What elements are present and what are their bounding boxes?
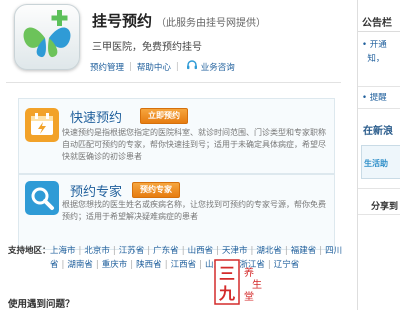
region-link[interactable]: 福建省	[291, 246, 317, 256]
link-business-consult[interactable]: 业务咨询	[201, 61, 235, 73]
region-separator: |	[164, 260, 168, 270]
region-separator: |	[216, 246, 219, 256]
announcement-item[interactable]: • 开通	[362, 38, 387, 50]
app-title-text: 挂号预约	[92, 12, 153, 30]
region-link[interactable]: 辽宁省	[274, 260, 300, 270]
search-icon	[25, 181, 59, 215]
svg-text:九: 九	[218, 284, 235, 303]
region-separator: |	[147, 246, 151, 256]
region-separator: |	[112, 246, 116, 256]
region-separator: |	[61, 260, 65, 270]
announcement-item-text: 知，	[367, 54, 385, 64]
link-booking-management[interactable]: 预约管理	[90, 61, 124, 73]
region-separator: |	[267, 260, 271, 270]
book-expert-button[interactable]: 预约专家	[132, 182, 180, 198]
link-separator: |	[129, 61, 132, 72]
link-separator: |	[175, 61, 179, 72]
region-link[interactable]: 上海市	[50, 246, 76, 256]
expert-booking-title: 预约专家	[70, 185, 123, 200]
region-link[interactable]: 山西省	[188, 246, 214, 256]
sidebar-divider	[358, 214, 400, 215]
region-list: 上海市 | 北京市 | 江苏省 | 广东省 | 山西省 | 天津市 | 湖北省 | 福建省 | 四川省 | 湖南省 |…	[50, 244, 350, 272]
page-title: 挂号预约 （此服务由挂号网提供）	[92, 10, 266, 31]
region-link[interactable]: 广东省	[153, 246, 179, 256]
region-link[interactable]: 江西省	[171, 260, 197, 270]
app-links: 预约管理 | 帮助中心 | 业务咨询	[90, 59, 235, 74]
region-separator: |	[130, 260, 134, 270]
announcement-item[interactable]: 知，	[362, 52, 384, 64]
help-question: 使用遇到问题？	[8, 299, 75, 310]
region-link[interactable]: 天津市	[222, 246, 248, 256]
book-now-button[interactable]: 立即预约	[140, 108, 188, 124]
region-separator: |	[181, 246, 185, 256]
watermark-logo: 三 九 养 生 堂	[214, 258, 266, 306]
app-logo-icon	[14, 4, 80, 70]
region-separator: |	[95, 260, 99, 270]
quick-booking-title: 快速预约	[70, 111, 123, 126]
headset-icon	[186, 59, 198, 74]
region-link[interactable]: 湖南省	[67, 260, 93, 270]
svg-text:生: 生	[252, 278, 262, 291]
region-link[interactable]: 江苏省	[119, 246, 145, 256]
sidebar-divider	[358, 108, 400, 109]
share-label: 分享到	[371, 202, 399, 212]
svg-text:三: 三	[219, 264, 235, 283]
region-separator: |	[284, 246, 288, 256]
regions-label: 支持地区：	[8, 246, 51, 256]
region-link[interactable]: 湖北省	[256, 246, 282, 256]
sina-section-title: 在新浪	[363, 126, 393, 137]
region-link[interactable]: 陕西省	[136, 260, 162, 270]
app-description: 三甲医院，免费预约挂号	[92, 42, 202, 53]
expert-booking-description: 根据您想找的医生姓名或疾病名称，让您找到可预约的专家号源，帮你免费预约；适用于希…	[62, 200, 326, 221]
region-link[interactable]: 重庆市	[102, 260, 128, 270]
region-link[interactable]: 北京市	[84, 246, 110, 256]
sidebar-divider	[358, 31, 400, 32]
region-separator: |	[250, 246, 254, 256]
link-help-center[interactable]: 帮助中心	[137, 61, 171, 73]
sidebar-divider	[358, 86, 400, 87]
region-separator: |	[199, 260, 202, 270]
app-subtitle: （此服务由挂号网提供）	[156, 18, 267, 29]
header-divider	[6, 82, 341, 83]
announcement-item-text: 开通	[369, 40, 387, 50]
announcement-item-reminder[interactable]: • 提醒	[362, 91, 387, 103]
announcement-title: 公告栏	[362, 18, 392, 29]
life-assistant-label: 生活助	[364, 159, 388, 168]
sidebar-divider	[358, 188, 400, 189]
region-separator: |	[319, 246, 323, 256]
announcement-item-text: 提醒	[369, 93, 387, 103]
svg-text:养: 养	[244, 266, 254, 279]
calendar-icon	[25, 108, 59, 142]
region-separator: |	[78, 246, 82, 256]
svg-text:堂: 堂	[244, 291, 254, 303]
quick-booking-description: 快速预约是指根据您指定的医院科室、就诊时间范围、门诊类型和专家职称自动匹配可预约…	[62, 128, 326, 161]
